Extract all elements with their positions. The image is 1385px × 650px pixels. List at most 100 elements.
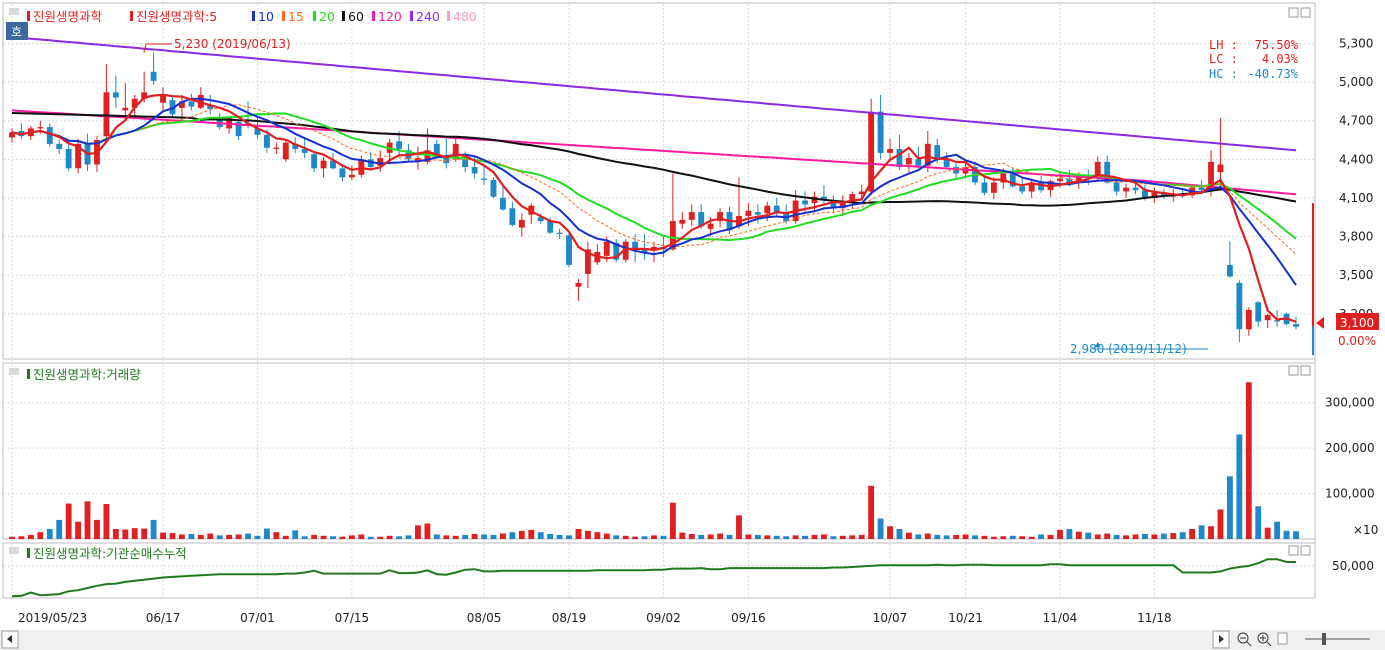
volume-bar [18,536,25,539]
scrollbar[interactable] [0,630,1385,650]
candle-body [518,219,525,228]
legend-ma10: 10 [258,9,274,24]
volume-bar [311,534,318,539]
volume-bar [282,535,289,539]
candle-body [707,223,714,229]
volume-bar [150,519,157,539]
scrollbar-track[interactable] [0,630,1385,650]
volume-bar [1274,521,1281,539]
volume-bar [1264,527,1271,539]
volume-bar [764,535,771,539]
zoom-reset-icon[interactable] [1277,632,1288,645]
candle-body [1293,324,1299,327]
inst-legend-toggle-icon[interactable] [9,547,19,554]
legend-price-title: 진원생명과학 [33,9,103,24]
candle-body [56,143,63,150]
volume-bar [1245,382,1252,539]
volume-bar [320,535,327,539]
x-tick-label: 09/02 [646,611,681,625]
volume-legend-title: 진원생명과학:거래량 [33,367,141,382]
volume-bar [943,535,950,539]
candle-body [122,107,129,111]
legend-marker-ma [130,11,133,21]
volume-bar [1142,534,1148,539]
volume-bar [490,534,497,539]
x-tick-label: 06/17 [146,611,181,625]
inst-minimize-icon[interactable] [1288,545,1299,556]
volume-bar [443,535,450,539]
volume-bar [1236,434,1243,539]
candle-body [1123,187,1129,192]
candle-body [339,168,346,178]
candle-body [471,167,478,174]
volume-bar [896,529,903,539]
volume-bar [868,485,875,539]
volume-bar [1066,529,1073,539]
volume-bar [547,534,554,539]
volume-bar [1160,533,1167,539]
volume-bar [679,532,686,539]
x-tick-label: 2019/05/23 [18,611,87,625]
volume-bar [707,534,714,539]
volume-bar [518,530,525,539]
volume-bar [802,535,808,539]
volume-bar [396,536,403,539]
volume-bar [1255,506,1262,539]
annotation-low-label: 2,980 (2019/11/12) [1070,342,1187,356]
inst-tick-label: 50,000 [1332,559,1374,573]
zoom-slider-icon[interactable] [1322,633,1326,645]
candle-body [990,182,997,193]
candle-body [348,174,355,178]
volume-unit: ×10 [1353,523,1378,537]
inst-legend: 진원생명과학:기관순매수누적 [9,546,187,561]
legend-toggle-icon[interactable] [9,8,19,15]
x-tick-label: 10/21 [948,611,983,625]
volume-bar [27,534,34,539]
volume-bar [754,534,761,539]
volume-bar [660,535,667,539]
volume-bar [122,529,129,539]
candle-body [547,221,554,233]
candle-body [1019,186,1026,192]
volume-bar [981,535,988,539]
lh-value: 75.50% [1255,38,1299,52]
volume-bar [301,536,308,539]
volume-bar [556,534,563,539]
maximize-icon[interactable] [1300,7,1311,18]
volume-bar [594,532,601,539]
hc-value: -40.73% [1247,67,1298,81]
volume-bar [613,535,620,539]
candle-body [1113,182,1120,192]
volume-minimize-icon[interactable] [1288,365,1299,376]
volume-bar [207,533,214,539]
volume-bar [1151,534,1158,539]
volume-bar [216,535,223,539]
volume-bar [1283,530,1290,539]
volume-maximize-icon[interactable] [1300,365,1311,376]
candle-body [150,71,157,81]
candle-body [481,178,487,180]
candle-body [754,212,761,215]
volume-bar [273,532,280,539]
candle-body [877,111,884,153]
price-tick-label: 5,000 [1339,75,1373,89]
volume-bar [339,536,346,539]
volume-bar [1009,535,1016,539]
volume-bar [830,536,837,539]
volume-bar [858,534,865,539]
candle-body [981,182,988,193]
candle-body [1245,309,1252,330]
current-price-change: 0.00% [1338,334,1376,348]
volume-bar [1189,529,1196,539]
candle-body [396,141,403,150]
minimize-icon[interactable] [1288,7,1299,18]
volume-bar [915,534,922,539]
legend-marker-price [27,11,30,21]
candle-body [1057,178,1063,182]
inst-legend-marker [27,548,30,558]
volume-bar [1019,536,1026,539]
hc-label: HC : [1209,67,1238,81]
volume-legend-toggle-icon[interactable] [9,368,19,375]
volume-bar [131,528,138,539]
inst-maximize-icon[interactable] [1300,545,1311,556]
